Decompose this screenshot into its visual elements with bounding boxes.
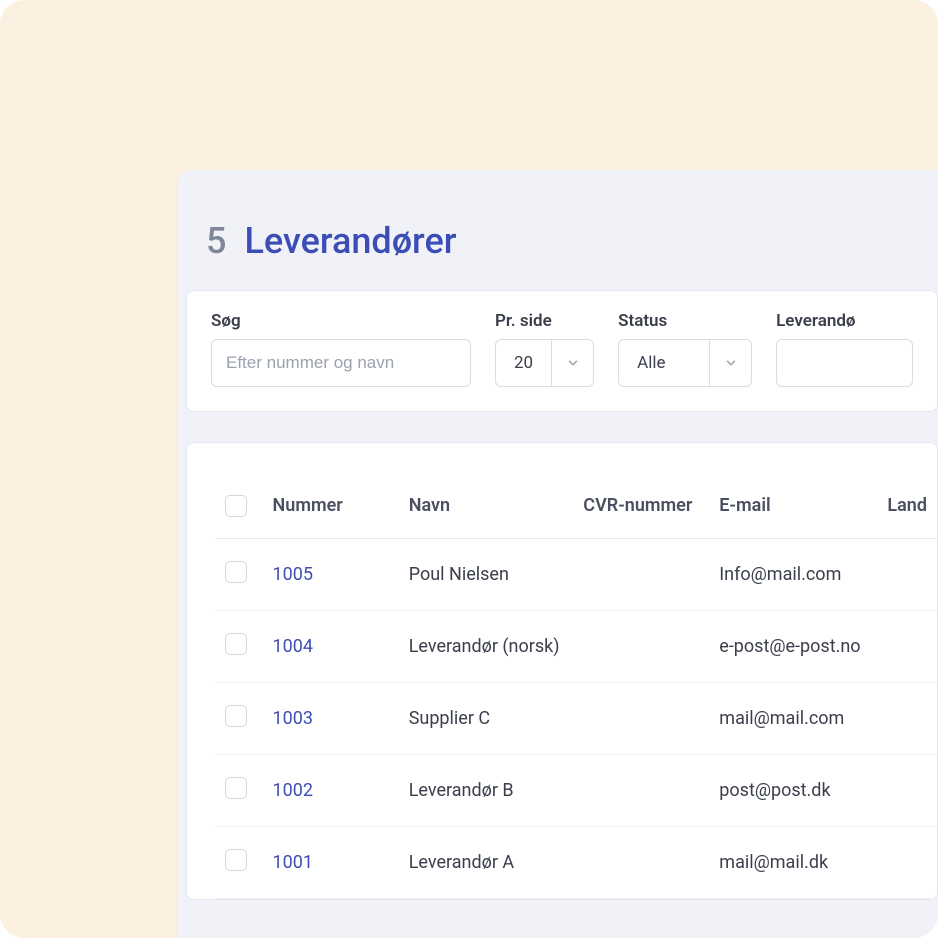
row-nummer-link[interactable]: 1001 — [273, 852, 313, 873]
row-checkbox[interactable] — [225, 561, 247, 583]
table-card: Nummer Navn CVR-nummer E-mail Land 1005 … — [186, 442, 938, 900]
table-row: 1002 Leverandør B post@post.dk — [215, 755, 937, 827]
perpage-label: Pr. side — [495, 311, 594, 331]
header-email[interactable]: E-mail — [709, 483, 877, 539]
row-cvr — [573, 755, 709, 827]
row-nummer-link[interactable]: 1003 — [273, 708, 313, 729]
status-label: Status — [618, 311, 752, 331]
row-navn: Leverandør B — [399, 755, 574, 827]
chevron-down-icon — [551, 340, 593, 386]
row-checkbox[interactable] — [225, 633, 247, 655]
row-land — [877, 755, 937, 827]
perpage-value: 20 — [496, 340, 551, 386]
status-filter-group: Status Alle — [618, 311, 752, 387]
type-label: Leverandø — [776, 311, 913, 331]
type-select[interactable] — [776, 339, 913, 387]
row-nummer-link[interactable]: 1005 — [273, 564, 313, 585]
table-row: 1005 Poul Nielsen Info@mail.com — [215, 539, 937, 611]
chevron-down-icon — [709, 340, 751, 386]
row-land — [877, 539, 937, 611]
row-email: post@post.dk — [709, 755, 877, 827]
row-cvr — [573, 611, 709, 683]
row-checkbox[interactable] — [225, 849, 247, 871]
row-email: Info@mail.com — [709, 539, 877, 611]
row-land — [877, 827, 937, 899]
status-select[interactable]: Alle — [618, 339, 752, 387]
row-checkbox[interactable] — [225, 777, 247, 799]
type-filter-group: Leverandø — [776, 311, 913, 387]
header-checkbox-cell — [215, 483, 263, 539]
row-nummer-link[interactable]: 1004 — [273, 636, 313, 657]
row-email: mail@mail.com — [709, 683, 877, 755]
row-checkbox[interactable] — [225, 705, 247, 727]
app-panel: 5 Leverandører Søg Pr. side 20 Status — [178, 170, 938, 938]
row-navn: Leverandør A — [399, 827, 574, 899]
table-row: 1001 Leverandør A mail@mail.dk — [215, 827, 937, 899]
page-header: 5 Leverandører — [178, 220, 938, 290]
row-cvr — [573, 539, 709, 611]
perpage-select[interactable]: 20 — [495, 339, 594, 387]
row-cvr — [573, 683, 709, 755]
search-label: Søg — [211, 311, 471, 331]
header-cvr[interactable]: CVR-nummer — [573, 483, 709, 539]
header-nummer[interactable]: Nummer — [263, 483, 399, 539]
row-cvr — [573, 827, 709, 899]
type-value — [777, 340, 837, 386]
outer-frame: 5 Leverandører Søg Pr. side 20 Status — [0, 0, 938, 938]
row-navn: Leverandør (norsk) — [399, 611, 574, 683]
row-email: e-post@e-post.no — [709, 611, 877, 683]
header-land[interactable]: Land — [877, 483, 937, 539]
row-land — [877, 683, 937, 755]
suppliers-table: Nummer Navn CVR-nummer E-mail Land 1005 … — [215, 483, 937, 899]
page-title: Leverandører — [244, 220, 456, 262]
row-navn: Supplier C — [399, 683, 574, 755]
search-filter-group: Søg — [211, 311, 471, 387]
page-count: 5 — [206, 220, 226, 262]
header-navn[interactable]: Navn — [399, 483, 574, 539]
row-land — [877, 611, 937, 683]
select-all-checkbox[interactable] — [225, 495, 247, 517]
status-value: Alle — [619, 340, 709, 386]
search-input[interactable] — [211, 339, 471, 387]
table-row: 1003 Supplier C mail@mail.com — [215, 683, 937, 755]
perpage-filter-group: Pr. side 20 — [495, 311, 594, 387]
table-header-row: Nummer Navn CVR-nummer E-mail Land — [215, 483, 937, 539]
row-navn: Poul Nielsen — [399, 539, 574, 611]
table-row: 1004 Leverandør (norsk) e-post@e-post.no — [215, 611, 937, 683]
filter-bar: Søg Pr. side 20 Status Alle — [186, 290, 938, 412]
row-email: mail@mail.dk — [709, 827, 877, 899]
row-nummer-link[interactable]: 1002 — [273, 780, 313, 801]
